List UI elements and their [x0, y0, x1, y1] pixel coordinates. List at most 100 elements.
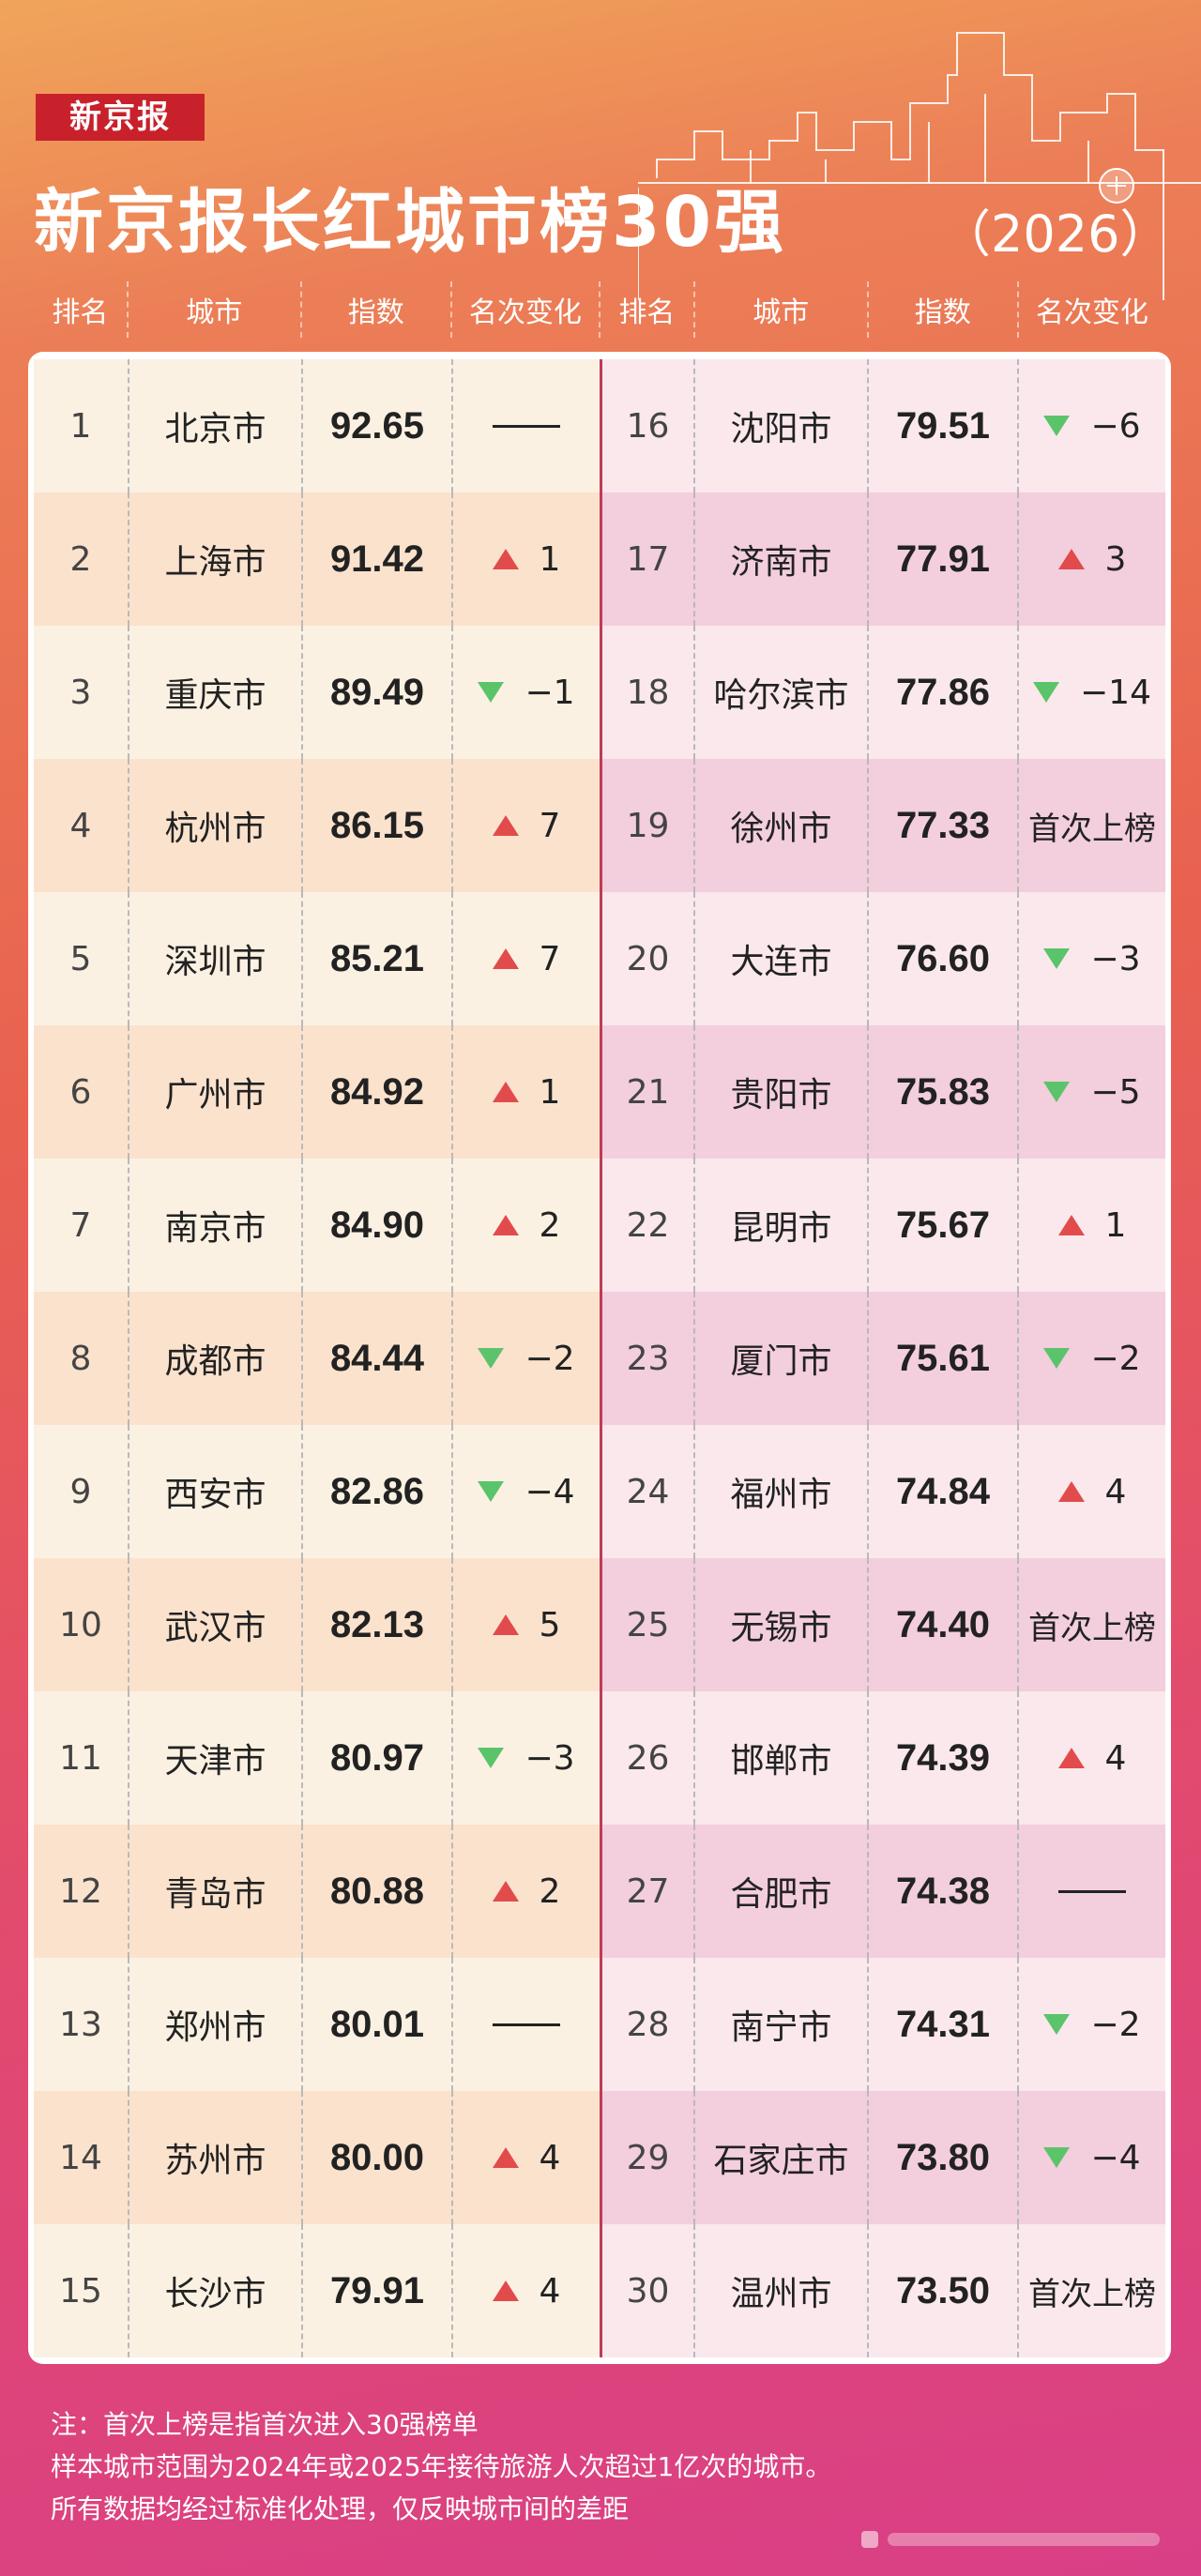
change-indicator: 7 — [492, 806, 561, 845]
city-cell: 邯郸市 — [693, 1691, 867, 1825]
rank-cell: 19 — [600, 759, 693, 892]
change-indicator: 4 — [492, 2271, 561, 2311]
change-cell: 首次上榜 — [1017, 1558, 1165, 1691]
index-cell: 79.51 — [867, 359, 1017, 492]
index-cell: 74.31 — [867, 1958, 1017, 2091]
table-row: 9 西安市 82.86 −4 — [34, 1425, 600, 1558]
city-cell: 石家庄市 — [693, 2091, 867, 2224]
table-header: 排名 城市 指数 名次变化 排名 城市 指数 名次变化 — [34, 281, 1165, 338]
change-cell: 5 — [451, 1558, 600, 1691]
change-value: 7 — [539, 806, 561, 845]
no-change-dash-icon — [1058, 1889, 1126, 1893]
city-cell: 福州市 — [693, 1425, 867, 1558]
rank-cell: 15 — [59, 2271, 102, 2311]
city-cell: 南京市 — [128, 1159, 301, 1292]
table-left-half: 1 北京市 92.65 2 上海市 91.42 1 3 重庆市 89.49 −1 4 杭州市 86.15 7… — [34, 359, 600, 2357]
rank-cell: 12 — [59, 1871, 102, 1911]
change-indicator: 首次上榜 — [1028, 803, 1156, 849]
rank-cell: 6 — [69, 1072, 92, 1112]
table-row: 11 天津市 80.97 −3 — [34, 1691, 600, 1825]
table-row: 25 无锡市 74.40 首次上榜 — [600, 1558, 1165, 1691]
rank-up-icon — [1057, 1215, 1085, 1235]
city-cell: 广州市 — [128, 1025, 301, 1159]
table-row: 10 武汉市 82.13 5 — [34, 1558, 600, 1691]
change-cell: 7 — [451, 892, 600, 1025]
change-indicator: −1 — [478, 673, 575, 712]
index-cell: 89.49 — [301, 626, 451, 759]
change-cell: 首次上榜 — [1017, 2224, 1165, 2357]
index-cell: 91.42 — [301, 492, 451, 626]
change-indicator: 2 — [492, 1872, 560, 1911]
change-cell: −6 — [1017, 359, 1165, 492]
city-cell: 温州市 — [693, 2224, 867, 2357]
city-cell: 昆明市 — [693, 1159, 867, 1292]
change-indicator: 5 — [492, 1605, 561, 1644]
new-entry-label: 首次上榜 — [1028, 1609, 1156, 1647]
rank-up-icon — [492, 1614, 519, 1635]
change-cell: 1 — [451, 1025, 600, 1159]
change-value: −1 — [524, 673, 575, 712]
change-cell: −3 — [1017, 892, 1165, 1025]
rank-up-icon — [492, 1082, 519, 1102]
index-cell: 79.91 — [301, 2224, 451, 2357]
change-value: −6 — [1090, 406, 1141, 446]
header-index: 指数 — [866, 281, 1017, 338]
change-cell: −4 — [451, 1425, 600, 1558]
change-indicator: −3 — [478, 1738, 575, 1778]
table-row: 14 苏州市 80.00 4 — [34, 2091, 600, 2224]
change-value: 4 — [539, 2138, 561, 2177]
rank-down-icon — [1043, 416, 1071, 436]
table-right-half: 16 沈阳市 79.51 −6 17 济南市 77.91 3 18 哈尔滨市 77.86 −14 19 徐… — [600, 359, 1165, 2357]
brand-logo: 新京报 — [36, 94, 205, 141]
header-city: 城市 — [126, 281, 300, 338]
page-title: 新京报长红城市榜30强 — [34, 182, 786, 263]
rank-up-icon — [1057, 1481, 1085, 1502]
rank-up-icon — [492, 948, 519, 969]
rank-cell: 10 — [59, 1605, 102, 1644]
no-change-dash-icon — [493, 424, 560, 428]
rank-cell: 1 — [69, 406, 92, 446]
index-cell: 75.67 — [867, 1159, 1017, 1292]
change-value: −4 — [524, 1472, 575, 1511]
rank-cell: 17 — [600, 492, 693, 626]
change-indicator: −14 — [1033, 674, 1151, 712]
change-value: 5 — [539, 1605, 561, 1644]
table-row: 15 长沙市 79.91 4 — [34, 2224, 600, 2357]
change-cell: 首次上榜 — [1017, 759, 1165, 892]
rank-down-icon — [478, 1348, 505, 1369]
city-cell: 无锡市 — [693, 1558, 867, 1691]
change-cell — [1017, 1825, 1165, 1958]
city-cell: 上海市 — [128, 492, 301, 626]
change-indicator: 1 — [492, 1073, 560, 1112]
change-cell — [451, 1958, 600, 2091]
change-cell: −3 — [451, 1691, 600, 1825]
change-indicator: −4 — [478, 1472, 575, 1511]
new-entry-label: 首次上榜 — [1028, 2275, 1156, 2313]
page-year: （2026） — [940, 205, 1171, 264]
rank-down-icon — [478, 1481, 505, 1502]
change-indicator: 首次上榜 — [1028, 1602, 1156, 1648]
change-value: −3 — [524, 1738, 575, 1778]
rank-cell: 18 — [600, 626, 693, 759]
index-cell: 80.00 — [301, 2091, 451, 2224]
city-cell: 南宁市 — [693, 1958, 867, 2091]
index-cell: 77.86 — [867, 626, 1017, 759]
table-row: 1 北京市 92.65 — [34, 359, 600, 492]
rank-cell: 27 — [600, 1825, 693, 1958]
change-indicator: −5 — [1043, 1073, 1141, 1112]
rank-cell: 13 — [59, 2005, 102, 2044]
city-cell: 厦门市 — [693, 1292, 867, 1425]
index-cell: 82.86 — [301, 1425, 451, 1558]
city-cell: 贵阳市 — [693, 1025, 867, 1159]
change-value: 4 — [539, 2271, 561, 2311]
table-row: 3 重庆市 89.49 −1 — [34, 626, 600, 759]
index-cell: 82.13 — [301, 1558, 451, 1691]
rank-cell: 16 — [600, 359, 693, 492]
change-cell — [451, 359, 600, 492]
header-change: 名次变化 — [1016, 281, 1165, 338]
table-row: 30 温州市 73.50 首次上榜 — [600, 2224, 1165, 2357]
city-cell: 成都市 — [128, 1292, 301, 1425]
change-value: 2 — [539, 1205, 561, 1245]
city-cell: 长沙市 — [128, 2224, 301, 2357]
change-cell: −5 — [1017, 1025, 1165, 1159]
